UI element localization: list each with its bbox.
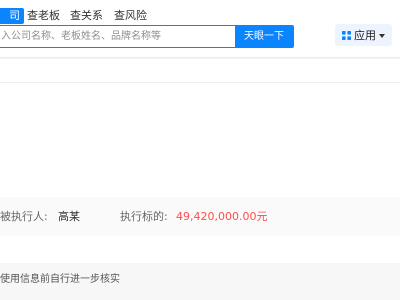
execution-amount-value: 49,420,000.00元 [176, 210, 268, 223]
section-divider [0, 82, 400, 83]
tab-boss[interactable]: 查老板 [27, 8, 60, 24]
executor-label: 被执行人: [0, 210, 48, 223]
search-button[interactable]: 天眼一下 [235, 26, 293, 47]
execution-amount-label: 执行标的: [120, 210, 168, 223]
executor-name-link[interactable]: 高某 [58, 197, 80, 236]
notice-row: 使用信息前自行进一步核实 [0, 263, 400, 300]
search-box: 天眼一下 [0, 25, 294, 48]
tab-relation[interactable]: 查关系 [70, 8, 103, 24]
apps-label: 应用 [354, 28, 376, 42]
tab-risk[interactable]: 查风险 [114, 8, 147, 24]
apps-button[interactable]: 应用 [335, 24, 392, 46]
executor-row: 被执行人: 高某 执行标的: 49,420,000.00元 [0, 197, 400, 236]
top-header: 司 查老板 查关系 查风险 天眼一下 应用 [0, 0, 400, 58]
top-divider [0, 58, 400, 59]
tab-company[interactable]: 司 [0, 8, 24, 24]
grid-icon [342, 30, 351, 40]
search-input[interactable] [0, 26, 234, 47]
verification-notice: 使用信息前自行进一步核实 [0, 274, 120, 285]
chevron-down-icon [379, 33, 385, 38]
